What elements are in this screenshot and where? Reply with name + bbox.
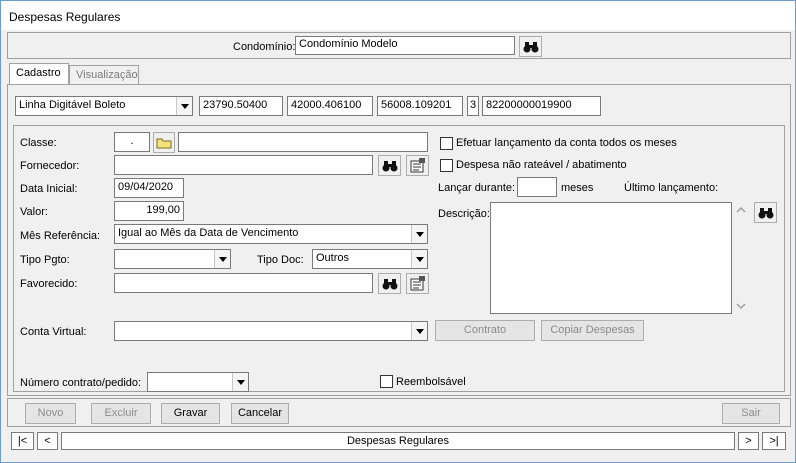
fornecedor-details-button[interactable]: [406, 155, 429, 176]
scroll-arrows-icon: [736, 206, 746, 310]
tipo-doc-label: Tipo Doc:: [257, 254, 304, 266]
condominio-label: Condomínio:: [233, 41, 296, 53]
data-inicial-input[interactable]: 09/04/2020: [114, 178, 184, 198]
valor-input[interactable]: 199,00: [114, 201, 184, 221]
barcode-type-select[interactable]: Linha Digitável Boleto: [15, 96, 193, 116]
window: Despesas Regulares Condomínio: Condomíni…: [0, 0, 796, 463]
favorecido-input[interactable]: [114, 273, 373, 293]
barcode-field-3[interactable]: 56008.109201: [377, 96, 463, 116]
numero-contrato-select[interactable]: [147, 372, 249, 392]
favorecido-details-button[interactable]: [406, 273, 429, 294]
ultimo-lancamento-label: Último lançamento:: [624, 182, 719, 194]
gravar-button-label: Gravar: [173, 407, 208, 419]
chevron-down-icon: [214, 250, 230, 268]
despesa-nao-rateavel-checkbox[interactable]: [440, 159, 453, 172]
despesa-nao-rateavel-label: Despesa não rateável / abatimento: [456, 159, 627, 171]
folder-icon: [156, 138, 172, 149]
binoculars-icon: [758, 207, 773, 218]
meses-label: meses: [561, 182, 594, 194]
barcode-field-2[interactable]: 42000.406100: [287, 96, 373, 116]
mes-referencia-label: Mês Referência:: [20, 230, 101, 242]
condominio-search-button[interactable]: [519, 36, 542, 57]
classe-label: Classe:: [20, 137, 57, 149]
excluir-button[interactable]: Excluir: [91, 403, 151, 424]
descricao-scrollbar[interactable]: [734, 202, 748, 314]
reembolsavel-label: Reembolsável: [396, 376, 466, 388]
nav-prev-button[interactable]: <: [37, 432, 58, 450]
binoculars-icon: [523, 41, 538, 52]
chevron-down-icon: [176, 97, 192, 115]
tab-visualizacao[interactable]: Visualização: [69, 65, 139, 85]
sair-button-label: Sair: [741, 407, 761, 419]
chevron-down-icon: [411, 322, 427, 340]
chevron-down-icon: [411, 250, 427, 268]
form-edit-icon: [410, 158, 425, 173]
lancar-durante-label: Lançar durante:: [438, 182, 516, 194]
contrato-button-label: Contrato: [463, 324, 507, 336]
chevron-down-icon: [232, 373, 248, 391]
tipo-pgto-label: Tipo Pgto:: [20, 254, 70, 266]
mes-referencia-value: Igual ao Mês da Data de Vencimento: [118, 227, 299, 239]
barcode-field-5[interactable]: 82200000019900: [482, 96, 601, 116]
classe-code-input[interactable]: .: [114, 132, 150, 152]
data-inicial-label: Data Inicial:: [20, 183, 78, 195]
gravar-button[interactable]: Gravar: [161, 403, 220, 424]
excluir-button-label: Excluir: [104, 407, 138, 419]
descricao-textarea[interactable]: [490, 202, 732, 314]
fornecedor-input[interactable]: [114, 155, 373, 175]
cancelar-button-label: Cancelar: [237, 407, 283, 419]
classe-folder-button[interactable]: [153, 132, 175, 153]
sair-button[interactable]: Sair: [722, 403, 780, 424]
favorecido-search-button[interactable]: [378, 273, 401, 294]
efetuar-lancamento-label: Efetuar lançamento da conta todos os mes…: [456, 137, 677, 149]
navigator-caption: Despesas Regulares: [61, 432, 735, 450]
title-bar: Despesas Regulares: [1, 1, 795, 30]
barcode-type-value: Linha Digitável Boleto: [19, 99, 126, 111]
nav-next-button[interactable]: >: [738, 432, 759, 450]
copiar-despesas-button[interactable]: Copiar Despesas: [541, 320, 644, 341]
nav-last-button[interactable]: >|: [762, 432, 786, 450]
novo-button[interactable]: Novo: [25, 403, 76, 424]
binoculars-icon: [382, 278, 397, 289]
window-title: Despesas Regulares: [9, 10, 121, 24]
fornecedor-label: Fornecedor:: [20, 160, 80, 172]
nav-first-button[interactable]: |<: [11, 432, 34, 450]
conta-virtual-label: Conta Virtual:: [20, 326, 87, 338]
efetuar-lancamento-checkbox[interactable]: [440, 137, 453, 150]
numero-contrato-label: Número contrato/pedido:: [20, 377, 142, 389]
valor-label: Valor:: [20, 206, 48, 218]
tipo-doc-select[interactable]: Outros: [312, 249, 428, 269]
chevron-down-icon: [411, 225, 427, 243]
contrato-button[interactable]: Contrato: [435, 320, 535, 341]
cancelar-button[interactable]: Cancelar: [231, 403, 289, 424]
tipo-doc-value: Outros: [316, 252, 350, 264]
tipo-pgto-select[interactable]: [114, 249, 231, 269]
barcode-field-1[interactable]: 23790.50400: [199, 96, 283, 116]
descricao-label: Descrição:: [438, 208, 490, 220]
copiar-despesas-button-label: Copiar Despesas: [550, 324, 635, 336]
fornecedor-search-button[interactable]: [378, 155, 401, 176]
lancar-durante-input[interactable]: [517, 177, 557, 197]
reembolsavel-checkbox[interactable]: [380, 375, 393, 388]
binoculars-icon: [382, 160, 397, 171]
conta-virtual-select[interactable]: [114, 321, 428, 341]
descricao-search-button[interactable]: [754, 202, 777, 223]
barcode-field-4[interactable]: 3: [467, 96, 479, 116]
favorecido-label: Favorecido:: [20, 278, 78, 290]
condominio-input[interactable]: Condomínio Modelo: [295, 36, 515, 55]
classe-description-input[interactable]: [178, 132, 428, 152]
mes-referencia-select[interactable]: Igual ao Mês da Data de Vencimento: [114, 224, 428, 244]
novo-button-label: Novo: [37, 407, 64, 419]
tab-cadastro[interactable]: Cadastro: [9, 63, 69, 85]
form-edit-icon: [410, 276, 425, 291]
